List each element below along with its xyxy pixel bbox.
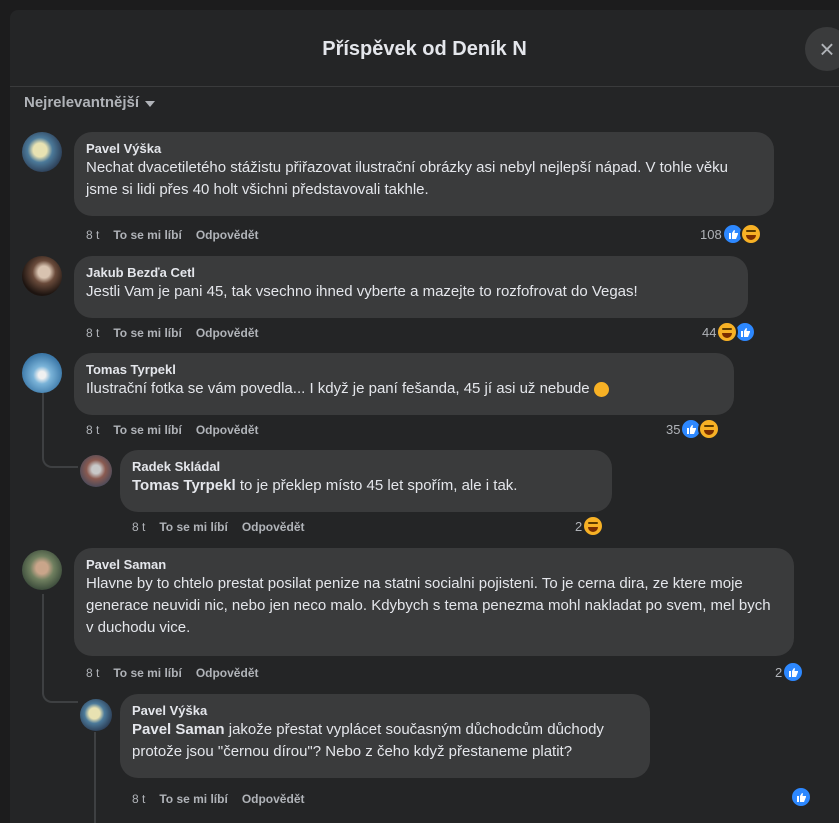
comment-actions: 8 t To se mi líbí Odpovědět <box>86 666 258 680</box>
reply-button[interactable]: Odpovědět <box>196 326 259 340</box>
reaction-summary[interactable]: 2 <box>775 661 805 683</box>
like-reaction-icon <box>790 786 812 808</box>
emoji-icon <box>593 381 609 397</box>
comment-text: Tomas Tyrpekl to je překlep místo 45 let… <box>132 475 600 497</box>
mention-link[interactable]: Pavel Saman <box>132 721 225 738</box>
avatar[interactable] <box>22 256 62 296</box>
haha-reaction-icon <box>698 418 721 440</box>
comment-bubble: Jakub Bezďa Cetl Jestli Vam je pani 45, … <box>74 256 748 318</box>
thread-line <box>94 732 96 823</box>
comment-bubble: Tomas Tyrpekl Ilustrační fotka se vám po… <box>74 353 734 415</box>
avatar[interactable] <box>80 699 112 731</box>
like-button[interactable]: To se mi líbí <box>113 423 181 437</box>
comment-text-body: Ilustrační fotka se vám povedla... I kdy… <box>86 380 590 397</box>
comment-time[interactable]: 8 t <box>132 520 145 534</box>
avatar[interactable] <box>80 455 112 487</box>
reaction-count: 108 <box>700 226 722 242</box>
comment-time[interactable]: 8 t <box>86 326 99 340</box>
comment-actions: 8 t To se mi líbí Odpovědět <box>86 228 258 242</box>
comment-actions: 8 t To se mi líbí Odpovědět <box>132 792 304 806</box>
comment-author[interactable]: Pavel Výška <box>132 702 638 719</box>
haha-reaction-icon <box>716 321 739 343</box>
reaction-summary[interactable]: 44 <box>702 321 757 343</box>
sort-dropdown[interactable]: Nejrelevantnější <box>24 94 156 111</box>
comment-text: Hlavne by to chtelo prestat posilat peni… <box>86 575 771 636</box>
comment-text: Nechat dvacetiletého stážistu přiřazovat… <box>86 159 729 198</box>
comment-author[interactable]: Radek Skládal <box>132 458 600 475</box>
comment-author[interactable]: Jakub Bezďa Cetl <box>86 264 736 281</box>
like-button[interactable]: To se mi líbí <box>113 228 181 242</box>
reaction-summary[interactable]: 2 <box>575 515 605 537</box>
like-button[interactable]: To se mi líbí <box>159 520 227 534</box>
comment-text-body: to je překlep místo 45 let spořím, ale i… <box>235 477 518 494</box>
like-button[interactable]: To se mi líbí <box>113 666 181 680</box>
reaction-summary[interactable] <box>790 786 812 808</box>
haha-reaction-icon <box>739 223 762 245</box>
reply-bubble: Pavel Výška Pavel Saman jakože přestat v… <box>120 694 650 778</box>
comment-text: Ilustrační fotka se vám povedla... I kdy… <box>86 378 722 400</box>
reply-button[interactable]: Odpovědět <box>196 666 259 680</box>
comment-actions: 8 t To se mi líbí Odpovědět <box>86 326 258 340</box>
comment-bubble: Pavel Výška Nechat dvacetiletého stážist… <box>74 132 774 216</box>
modal-title: Příspěvek od Deník N <box>322 37 527 60</box>
thread-connector <box>42 685 78 703</box>
comment-author[interactable]: Tomas Tyrpekl <box>86 361 722 378</box>
haha-reaction-icon <box>582 515 605 537</box>
reaction-count: 35 <box>666 421 681 437</box>
comment-time[interactable]: 8 t <box>132 792 145 806</box>
comment-bubble: Pavel Saman Hlavne by to chtelo prestat … <box>74 548 794 656</box>
reply-button[interactable]: Odpovědět <box>196 228 259 242</box>
thread-connector <box>42 450 78 468</box>
comment-time[interactable]: 8 t <box>86 228 99 242</box>
mention-link[interactable]: Tomas Tyrpekl <box>132 477 236 494</box>
reply-bubble: Radek Skládal Tomas Tyrpekl to je překle… <box>120 450 612 512</box>
reaction-count: 2 <box>775 664 783 680</box>
reaction-summary[interactable]: 108 <box>700 223 762 245</box>
reaction-count: 2 <box>575 518 583 534</box>
close-button[interactable]: × <box>805 27 839 71</box>
like-button[interactable]: To se mi líbí <box>159 792 227 806</box>
reply-button[interactable]: Odpovědět <box>242 520 305 534</box>
reply-button[interactable]: Odpovědět <box>196 423 259 437</box>
like-reaction-icon <box>782 661 805 683</box>
post-modal: Příspěvek od Deník N × Nejrelevantnější … <box>10 10 839 823</box>
comment-author[interactable]: Pavel Výška <box>86 140 762 157</box>
reaction-summary[interactable]: 35 <box>666 418 721 440</box>
close-icon: × <box>819 33 835 64</box>
comment-text: Pavel Saman jakože přestat vyplácet souč… <box>132 719 638 763</box>
comment-time[interactable]: 8 t <box>86 666 99 680</box>
comment-text: Jestli Vam je pani 45, tak vsechno ihned… <box>86 283 638 300</box>
modal-header: Příspěvek od Deník N × <box>10 10 839 87</box>
comment-author[interactable]: Pavel Saman <box>86 556 782 573</box>
comment-time[interactable]: 8 t <box>86 423 99 437</box>
like-button[interactable]: To se mi líbí <box>113 326 181 340</box>
caret-down-icon <box>145 100 156 107</box>
reply-button[interactable]: Odpovědět <box>242 792 305 806</box>
reaction-count: 44 <box>702 324 717 340</box>
avatar[interactable] <box>22 132 62 172</box>
avatar[interactable] <box>22 353 62 393</box>
thread-line <box>42 594 44 694</box>
avatar[interactable] <box>22 550 62 590</box>
thread-line <box>42 388 44 458</box>
comment-actions: 8 t To se mi líbí Odpovědět <box>86 423 258 437</box>
comment-actions: 8 t To se mi líbí Odpovědět <box>132 520 304 534</box>
sort-label: Nejrelevantnější <box>24 94 140 111</box>
